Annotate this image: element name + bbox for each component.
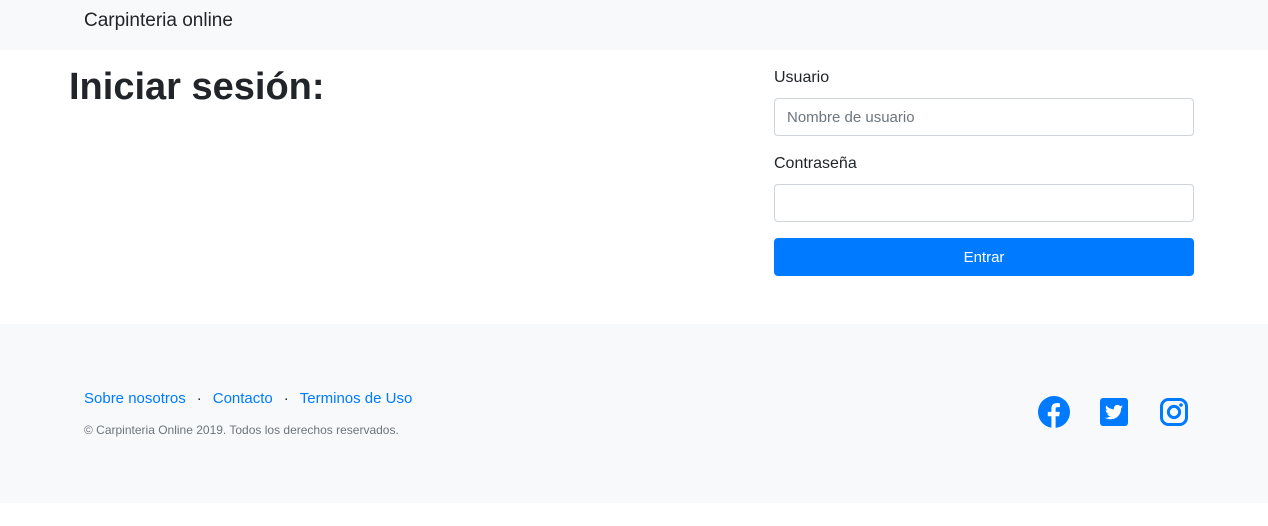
copyright-text: © Carpinteria Online 2019. Todos los der…: [84, 423, 399, 437]
footer-separator: ·: [283, 390, 289, 407]
terms-link[interactable]: Terminos de Uso: [300, 390, 413, 407]
username-label: Usuario: [774, 69, 830, 86]
page-title: Iniciar sesión:: [69, 66, 325, 108]
twitter-icon: [1100, 398, 1128, 426]
footer-separator: ·: [196, 390, 202, 407]
password-input[interactable]: [774, 184, 1194, 222]
navbar: Carpinteria online: [0, 0, 1268, 50]
brand-link[interactable]: Carpinteria online: [84, 10, 233, 32]
username-input[interactable]: [774, 98, 1194, 136]
footer-links: Sobre nosotros · Contacto · Terminos de Uso: [84, 389, 412, 409]
about-link[interactable]: Sobre nosotros: [84, 390, 186, 407]
facebook-link[interactable]: [1038, 396, 1070, 428]
instagram-icon: [1160, 398, 1188, 426]
facebook-icon: [1038, 396, 1070, 428]
footer: Sobre nosotros · Contacto · Terminos de Uso …: [0, 324, 1268, 503]
twitter-link[interactable]: [1098, 396, 1130, 428]
password-label: Contraseña: [774, 155, 857, 172]
instagram-link[interactable]: [1158, 396, 1190, 428]
login-button[interactable]: Entrar: [774, 238, 1194, 276]
contact-link[interactable]: Contacto: [213, 390, 273, 407]
